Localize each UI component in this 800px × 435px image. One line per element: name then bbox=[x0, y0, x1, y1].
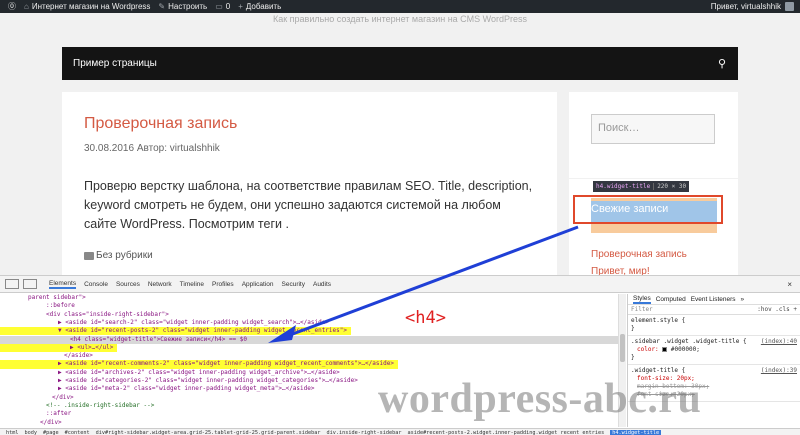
category-link[interactable]: Без рубрики bbox=[96, 250, 153, 261]
dom-node-line[interactable]: <h4 class="widget-title">Свежие записи</… bbox=[0, 335, 618, 344]
dom-node-line[interactable]: </div> bbox=[0, 394, 74, 402]
styles-filter-actions[interactable]: :hov .cls + bbox=[757, 306, 797, 313]
inspect-element-icon[interactable] bbox=[5, 279, 19, 289]
post-date[interactable]: 30.08.2016 bbox=[84, 143, 134, 154]
breadcrumb-item[interactable]: body bbox=[25, 430, 38, 435]
dom-node-line[interactable]: <div class="inside-right-sidebar"> bbox=[0, 311, 169, 319]
style-rule-sidebar-title: (index):40 .sidebar .widget .widget-title… bbox=[628, 336, 800, 365]
customize-link[interactable]: ✎ Настроить bbox=[158, 2, 207, 11]
brush-icon: ✎ bbox=[158, 2, 166, 11]
post-author[interactable]: virtualshhik bbox=[170, 143, 220, 154]
style-source-link[interactable]: (index):39 bbox=[761, 367, 797, 375]
tab-computed[interactable]: Computed bbox=[656, 296, 686, 303]
search-input[interactable]: Поиск… bbox=[591, 114, 715, 144]
search-icon[interactable]: ⚲ bbox=[718, 57, 726, 70]
recent-post-link[interactable]: Проверочная запись bbox=[591, 249, 687, 260]
dom-node-line[interactable]: ::after bbox=[0, 410, 71, 418]
tab-timeline[interactable]: Timeline bbox=[180, 281, 204, 288]
dom-node-line[interactable]: ▶ <aside id="categories-2" class="widget… bbox=[0, 377, 358, 385]
dom-node-line[interactable]: <!-- .inside-right-sidebar --> bbox=[0, 402, 154, 410]
tab-network[interactable]: Network bbox=[148, 281, 172, 288]
dom-node-line[interactable]: </div> bbox=[0, 419, 62, 427]
post-title[interactable]: Проверочная запись bbox=[84, 115, 535, 133]
post-article: Проверочная запись 30.08.2016 Автор: vir… bbox=[62, 92, 557, 275]
breadcrumb-item[interactable]: aside#recent-posts-2.widget.inner-paddin… bbox=[407, 430, 604, 435]
style-source-link[interactable]: (index):40 bbox=[761, 338, 797, 346]
tab-profiles[interactable]: Profiles bbox=[212, 281, 234, 288]
wordpress-logo-icon[interactable]: ⓪ bbox=[8, 1, 16, 12]
dom-node-line[interactable]: ▶ <aside id="search-2" class="widget inn… bbox=[0, 319, 329, 327]
styles-filter-input[interactable]: Filter :hov .cls + bbox=[628, 305, 800, 315]
plus-icon: + bbox=[238, 2, 243, 11]
comment-icon: ▭ bbox=[215, 2, 223, 11]
breadcrumb-item[interactable]: h4.widget-title bbox=[610, 429, 662, 435]
dom-node-line[interactable]: ▼ <aside id="recent-posts-2" class="widg… bbox=[0, 327, 351, 336]
site-page: Как правильно создать интернет магазин н… bbox=[0, 13, 800, 277]
folder-icon bbox=[84, 251, 94, 260]
dom-node-line[interactable]: ▶ <aside id="recent-comments-2" class="w… bbox=[0, 360, 398, 369]
annotation-box bbox=[573, 195, 723, 224]
breadcrumb-item[interactable]: div.inside-right-sidebar bbox=[327, 430, 402, 435]
recent-posts-widget: Свежие записи h4.widget-title 220 × 30 П… bbox=[569, 179, 738, 277]
search-widget: Поиск… bbox=[569, 92, 738, 178]
dom-node-line[interactable]: parent sidebar"> bbox=[0, 294, 86, 302]
dom-breadcrumb: html body #page #content div#right-sidebar.w… bbox=[0, 428, 800, 435]
color-swatch-icon[interactable] bbox=[662, 347, 668, 352]
site-tagline: Как правильно создать интернет магазин н… bbox=[272, 14, 528, 24]
tab-elements[interactable]: Elements bbox=[49, 280, 77, 289]
account-menu[interactable]: Привет, virtualshhik bbox=[711, 2, 794, 11]
device-mode-icon[interactable] bbox=[23, 279, 37, 289]
dom-node-line[interactable]: ▶ <aside id="meta-2" class="widget inner… bbox=[0, 385, 314, 393]
comments-link[interactable]: ▭ 0 bbox=[215, 2, 230, 11]
styles-tabbar: Styles Computed Event Listeners » bbox=[628, 294, 800, 305]
tab-application[interactable]: Application bbox=[242, 281, 274, 288]
breadcrumb-item[interactable]: #page bbox=[43, 430, 59, 435]
tooltip-size: 220 × 30 bbox=[653, 183, 686, 190]
post-content: Проверю верстку шаблона, на соответствие… bbox=[84, 179, 533, 231]
add-new-link[interactable]: + Добавить bbox=[238, 2, 281, 11]
tab-more[interactable]: » bbox=[741, 296, 745, 303]
breadcrumb-item[interactable]: #content bbox=[65, 430, 90, 435]
dom-node-line[interactable]: ::before bbox=[0, 302, 75, 310]
breadcrumb-item[interactable]: div#right-sidebar.widget-area.grid-25.ta… bbox=[96, 430, 321, 435]
main-navigation: Пример страницы ⚲ bbox=[62, 47, 738, 80]
dom-node-line[interactable]: </aside> bbox=[0, 352, 93, 360]
watermark: wordpress-abc.ru bbox=[378, 376, 702, 422]
site-name-link[interactable]: ⌂ Интернет магазин на Wordpress bbox=[24, 2, 150, 11]
tooltip-tag: h4.widget-title bbox=[596, 183, 651, 190]
dom-node-line[interactable]: ▶ <aside id="archives-2" class="widget i… bbox=[0, 369, 340, 377]
screenshot-root: ⓪ ⌂ Интернет магазин на Wordpress ✎ Настро… bbox=[0, 0, 800, 435]
dom-node-line[interactable]: ▶ <ul>…</ul> bbox=[0, 343, 118, 353]
devtools-tabbar: Elements Console Sources Network Timelin… bbox=[0, 276, 800, 293]
scrollbar-thumb[interactable] bbox=[620, 334, 625, 362]
tab-audits[interactable]: Audits bbox=[313, 281, 331, 288]
nav-item-sample-page[interactable]: Пример страницы bbox=[73, 58, 157, 69]
tab-console[interactable]: Console bbox=[84, 281, 108, 288]
tab-event-listeners[interactable]: Event Listeners bbox=[691, 296, 736, 303]
tab-styles[interactable]: Styles bbox=[633, 295, 651, 304]
h4-annotation-label: <h4> bbox=[405, 308, 446, 328]
post-author-label: Автор: bbox=[136, 143, 167, 154]
breadcrumb-item[interactable]: html bbox=[6, 430, 19, 435]
inspect-tooltip: h4.widget-title 220 × 30 bbox=[593, 181, 690, 192]
post-category: Без рубрики bbox=[84, 250, 535, 261]
wp-admin-bar: ⓪ ⌂ Интернет магазин на Wordpress ✎ Настро… bbox=[0, 0, 800, 13]
post-meta: 30.08.2016 Автор: virtualshhik bbox=[84, 143, 535, 154]
tab-security[interactable]: Security bbox=[282, 281, 305, 288]
close-icon[interactable]: × bbox=[787, 280, 792, 289]
home-icon: ⌂ bbox=[24, 2, 29, 11]
tab-sources[interactable]: Sources bbox=[116, 281, 140, 288]
style-rule-element: element.style { } bbox=[628, 315, 800, 336]
avatar bbox=[785, 2, 794, 11]
